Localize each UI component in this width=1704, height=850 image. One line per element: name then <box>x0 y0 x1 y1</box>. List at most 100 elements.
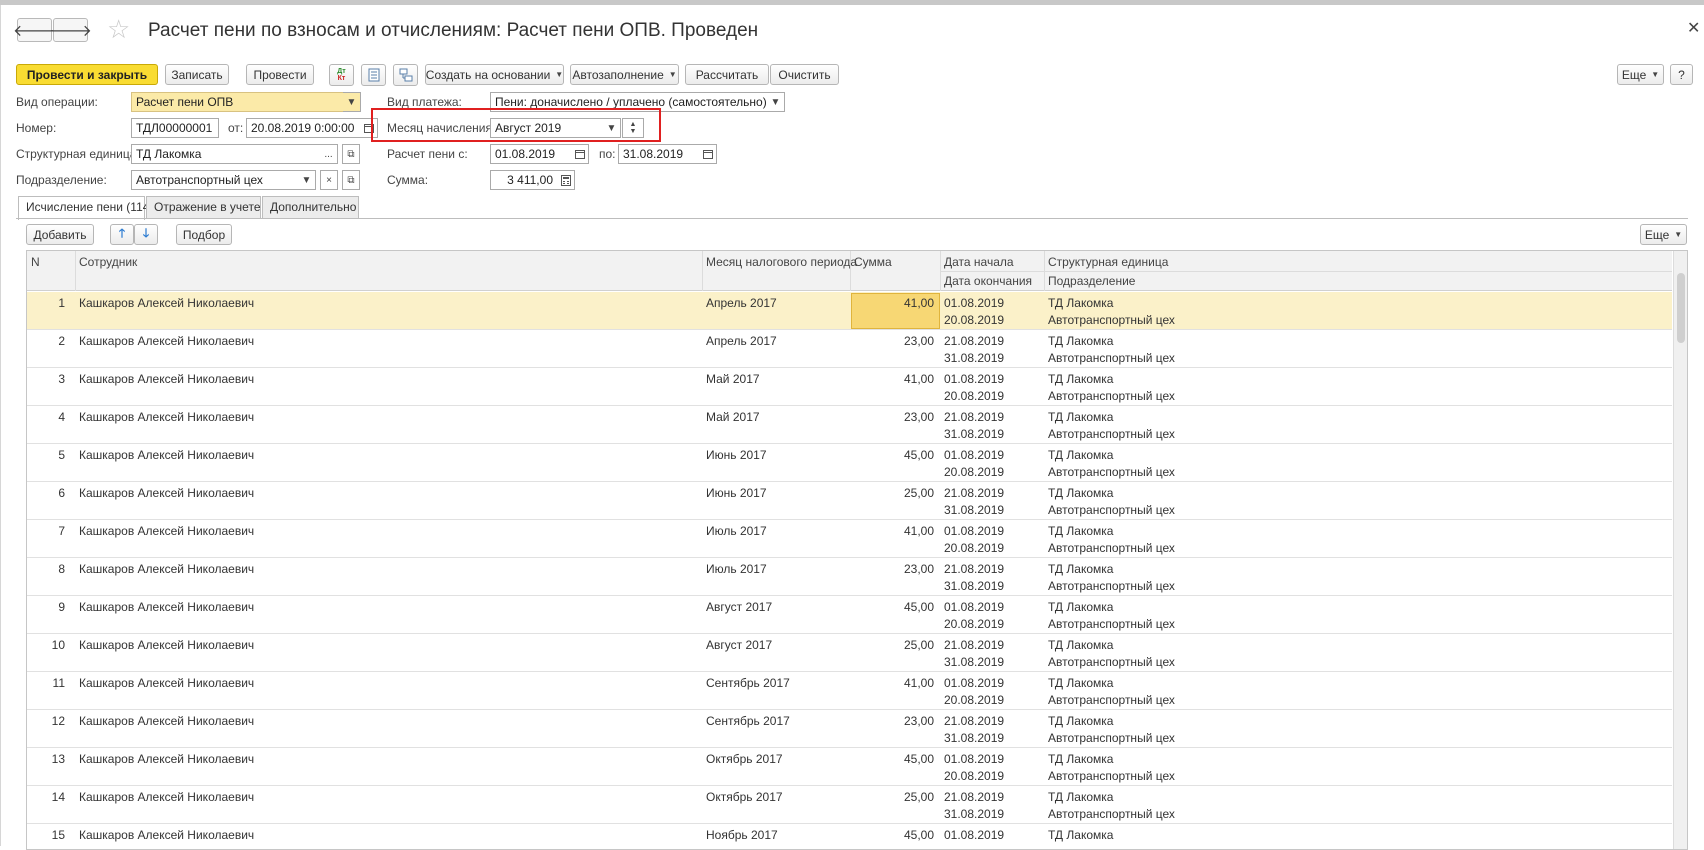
post-and-close-button[interactable]: Провести и закрыть <box>16 64 158 85</box>
favorite-star-icon[interactable]: ☆ <box>107 16 130 42</box>
struct-unit-field[interactable]: ТД Лакомка <box>131 144 321 164</box>
calc-to-date-picker[interactable] <box>699 144 717 164</box>
table-row[interactable]: 4 Кашкаров Алексей Николаевич Май 2017 23,0… <box>27 406 1672 444</box>
sum-cell: 41,00 <box>903 296 934 310</box>
division-field[interactable]: Автотранспортный цех <box>131 170 299 190</box>
operation-type-label: Вид операции: <box>16 95 98 109</box>
division-cell: Автотранспортный цех <box>1048 769 1175 783</box>
sum-field[interactable]: 3 411,00 <box>490 170 558 190</box>
more-button[interactable]: Еще ▼ <box>1617 64 1664 85</box>
dt-kt-button[interactable]: Дт Кт <box>329 64 354 86</box>
table-row[interactable]: 9 Кашкаров Алексей Николаевич Август 2017 4… <box>27 596 1672 634</box>
table-row[interactable]: 7 Кашкаров Алексей Николаевич Июль 2017 41,… <box>27 520 1672 558</box>
col-header-struct-unit[interactable]: Структурная единица <box>1048 255 1168 269</box>
col-header-employee[interactable]: Сотрудник <box>79 255 137 269</box>
report-button[interactable] <box>361 64 386 86</box>
employee-cell: Кашкаров Алексей Николаевич <box>79 410 255 424</box>
division-cell: Автотранспортный цех <box>1048 503 1175 517</box>
sum-cell: 41,00 <box>903 676 934 690</box>
add-row-button[interactable]: Добавить <box>26 224 94 245</box>
division-open-button[interactable]: ⧉ <box>342 170 360 190</box>
number-field[interactable]: ТДЛ00000001 <box>131 118 219 138</box>
employee-cell: Кашкаров Алексей Николаевич <box>79 448 255 462</box>
division-clear-button[interactable]: × <box>320 170 338 190</box>
move-down-button[interactable]: 🡓 <box>134 224 158 245</box>
autofill-button[interactable]: Автозаполнение ▼ <box>570 64 679 85</box>
struct-unit-cell: ТД Лакомка <box>1048 410 1114 424</box>
operation-type-field[interactable]: Расчет пени ОПВ <box>131 92 344 112</box>
table-more-button[interactable]: Еще ▼ <box>1640 224 1687 245</box>
table-row[interactable]: 8 Кашкаров Алексей Николаевич Июль 2017 23,… <box>27 558 1672 596</box>
employee-cell: Кашкаров Алексей Николаевич <box>79 790 255 804</box>
division-dropdown[interactable]: ▼ <box>298 170 316 190</box>
date-from-label: от: <box>228 121 244 135</box>
operation-type-dropdown[interactable]: ▼ <box>343 92 361 112</box>
row-number: 4 <box>58 410 65 424</box>
save-button[interactable]: Записать <box>165 64 229 85</box>
col-header-sum[interactable]: Сумма <box>854 255 892 269</box>
move-up-button[interactable]: 🡑 <box>110 224 134 245</box>
document-date-field[interactable]: 20.08.2019 0:00:00 <box>246 118 361 138</box>
col-header-start-date[interactable]: Дата начала <box>944 255 1014 269</box>
open-window-icon: ⧉ <box>347 148 355 160</box>
division-cell: Автотранспортный цех <box>1048 313 1175 327</box>
table-row[interactable]: 2 Кашкаров Алексей Николаевич Апрель 2017 2… <box>27 330 1672 368</box>
structure-button[interactable] <box>393 64 418 86</box>
employee-cell: Кашкаров Алексей Николаевич <box>79 372 255 386</box>
post-button[interactable]: Провести <box>246 64 314 85</box>
create-based-on-button[interactable]: Создать на основании ▼ <box>425 64 564 85</box>
table-row[interactable]: 15 Кашкаров Алексей Николаевич Ноябрь 2017… <box>27 824 1672 849</box>
tab-accounting[interactable]: Отражение в учете <box>146 196 261 219</box>
col-header-end-date[interactable]: Дата окончания <box>944 274 1032 288</box>
col-header-division[interactable]: Подразделение <box>1048 274 1135 288</box>
table-row[interactable]: 14 Кашкаров Алексей Николаевич Октябрь 201… <box>27 786 1672 824</box>
tab-additional[interactable]: Дополнительно <box>262 196 359 219</box>
page-title: Расчет пени по взносам и отчислениям: Ра… <box>148 20 759 41</box>
division-label: Подразделение: <box>16 173 107 187</box>
employee-cell: Кашкаров Алексей Николаевич <box>79 334 255 348</box>
table-row[interactable]: 5 Кашкаров Алексей Николаевич Июнь 2017 45,… <box>27 444 1672 482</box>
struct-unit-open-button[interactable]: ⧉ <box>342 144 360 164</box>
table-row[interactable]: 12 Кашкаров Алексей Николаевич Сентябрь 20… <box>27 710 1672 748</box>
back-button[interactable]: 🡐 <box>13 18 56 42</box>
close-icon[interactable]: ✕ <box>1687 18 1700 38</box>
chevron-down-icon: ▼ <box>555 70 564 79</box>
start-date-cell: 21.08.2019 <box>944 486 1005 500</box>
calc-from-field[interactable]: 01.08.2019 <box>490 144 572 164</box>
table-row[interactable]: 11 Кашкаров Алексей Николаевич Сентябрь 20… <box>27 672 1672 710</box>
forward-button[interactable]: 🡒 <box>49 18 92 42</box>
scrollbar-thumb[interactable] <box>1677 273 1685 343</box>
calculate-button[interactable]: Рассчитать <box>685 64 769 85</box>
open-window-icon: ⧉ <box>347 174 355 186</box>
table-row[interactable]: 13 Кашкаров Алексей Николаевич Октябрь 201… <box>27 748 1672 786</box>
calc-from-date-picker[interactable] <box>571 144 589 164</box>
tax-month-cell: Ноябрь 2017 <box>706 828 778 842</box>
start-date-cell: 21.08.2019 <box>944 790 1005 804</box>
table-row[interactable]: 10 Кашкаров Алексей Николаевич Август 2017… <box>27 634 1672 672</box>
table-scrollbar[interactable] <box>1673 251 1687 849</box>
table-row[interactable]: 6 Кашкаров Алексей Николаевич Июнь 2017 25,… <box>27 482 1672 520</box>
row-number: 15 <box>51 828 65 842</box>
row-number: 8 <box>58 562 65 576</box>
col-header-n[interactable]: N <box>31 255 40 269</box>
clear-button[interactable]: Очистить <box>770 64 839 85</box>
tab-penalty-calc[interactable]: Исчисление пени (114) <box>18 196 153 220</box>
arrow-down-icon: 🡓 <box>142 226 150 240</box>
row-number: 12 <box>51 714 65 728</box>
table-row[interactable]: 3 Кашкаров Алексей Николаевич Май 2017 41,0… <box>27 368 1672 406</box>
col-header-tax-month[interactable]: Месяц налогового периода <box>706 255 857 269</box>
sum-cell: 45,00 <box>903 752 934 766</box>
payment-type-dropdown[interactable]: ▼ <box>767 92 785 112</box>
penalty-table[interactable]: N Сотрудник Месяц налогового периода Сум… <box>26 250 1688 850</box>
arrow-up-icon: 🡑 <box>118 226 126 240</box>
help-button[interactable]: ? <box>1670 64 1693 85</box>
selection-button[interactable]: Подбор <box>176 224 232 245</box>
employee-cell: Кашкаров Алексей Николаевич <box>79 600 255 614</box>
struct-unit-select-button[interactable]: ... <box>320 144 338 164</box>
tax-month-cell: Август 2017 <box>706 600 773 614</box>
table-row[interactable]: 1 Кашкаров Алексей Николаевич Апрель 2017 4… <box>27 292 1672 330</box>
calc-to-field[interactable]: 31.08.2019 <box>618 144 700 164</box>
calculator-button[interactable] <box>557 170 575 190</box>
employee-cell: Кашкаров Алексей Николаевич <box>79 676 255 690</box>
sum-cell: 25,00 <box>903 486 934 500</box>
